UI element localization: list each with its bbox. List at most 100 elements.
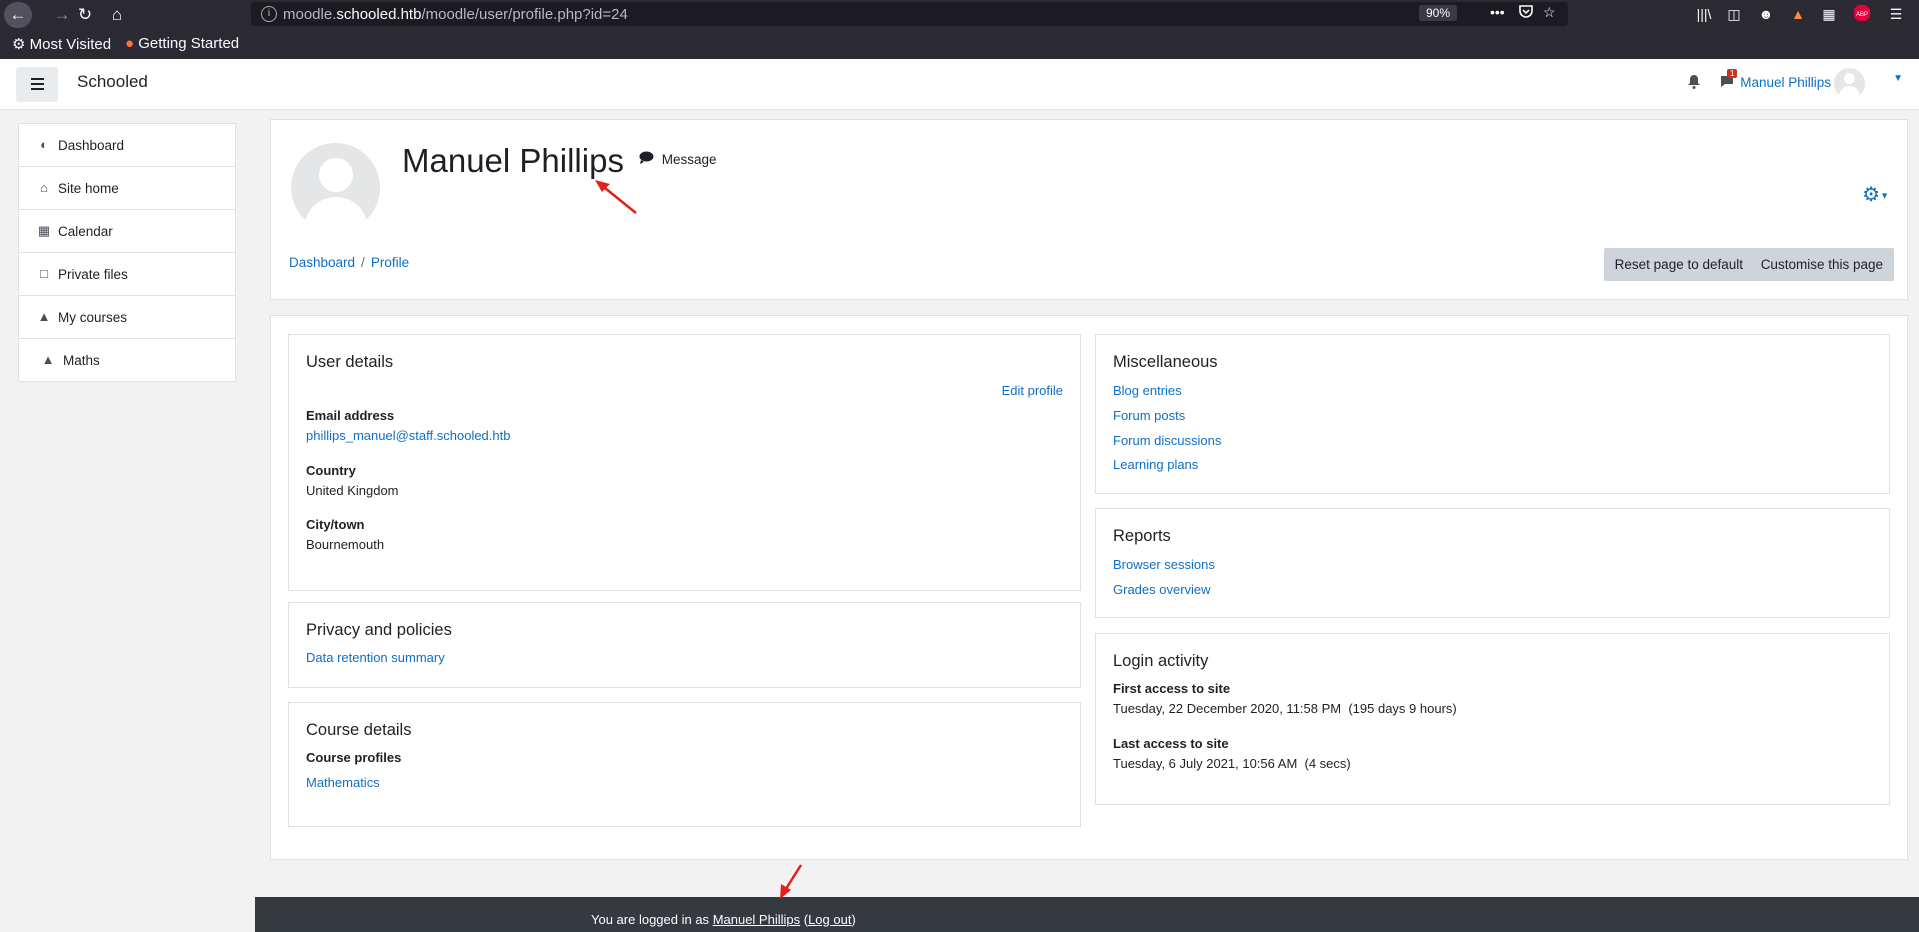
last-access-label: Last access to site (1113, 736, 1229, 751)
miscellaneous-title: Miscellaneous (1113, 353, 1218, 371)
caret-down-icon: ▼ (1880, 190, 1889, 201)
miscellaneous-card: Miscellaneous Blog entries Forum posts F… (1095, 334, 1890, 494)
login-info: You are logged in as Manuel Phillips (Lo… (591, 912, 856, 927)
reload-icon[interactable]: ↻ (71, 2, 99, 28)
account-icon[interactable]: ☻ (1756, 4, 1776, 24)
address-bar[interactable]: i moodle.schooled.htb/moodle/user/profil… (251, 2, 1568, 26)
breadcrumb-profile[interactable]: Profile (371, 255, 409, 270)
logout-link[interactable]: Log out (808, 912, 851, 927)
comment-icon (639, 151, 658, 167)
blog-entries-link[interactable]: Blog entries (1113, 383, 1182, 398)
firefox-icon: ● (125, 35, 135, 52)
sidebar-item-my-courses[interactable]: ▲ My courses (18, 296, 236, 339)
file-icon: □ (40, 266, 48, 281)
grades-overview-link[interactable]: Grades overview (1113, 582, 1211, 597)
learning-plans-link[interactable]: Learning plans (1113, 457, 1198, 472)
reset-page-button[interactable]: Reset page to default (1603, 248, 1754, 281)
app-menu-icon[interactable]: ☰ (1886, 4, 1906, 24)
home-button[interactable]: ⌂ (103, 2, 131, 28)
sidebar-item-maths[interactable]: ▲ Maths (18, 339, 236, 382)
course-details-card: Course details Course profiles Mathemati… (288, 702, 1081, 827)
first-access-value: Tuesday, 22 December 2020, 11:58 PM (195… (1113, 701, 1457, 716)
graduation-cap-icon: ▲ (41, 352, 55, 367)
login-activity-title: Login activity (1113, 652, 1209, 670)
sidebar-item-private-files[interactable]: □ Private files (18, 253, 236, 296)
page-header: Manuel Phillips Message ⚙▼ Dashboard / Pro… (270, 119, 1908, 300)
sidebar-item-label: Private files (58, 267, 128, 282)
data-retention-link[interactable]: Data retention summary (306, 650, 445, 665)
user-details-card: User details Edit profile Email address … (288, 334, 1081, 591)
page-footer: You are logged in as Manuel Phillips (Lo… (255, 897, 1919, 932)
bookmark-getting-started[interactable]: ● Getting Started (125, 35, 239, 52)
url-text[interactable]: moodle.schooled.htb/moodle/user/profile.… (283, 6, 628, 23)
annotation-arrow-icon (595, 180, 637, 214)
gear-icon: ⚙ (12, 36, 26, 53)
main-region: User details Edit profile Email address … (270, 315, 1908, 860)
caret-down-icon[interactable]: ▼ (1893, 73, 1903, 84)
browser-toolbar: ← → ↻ ⌂ i moodle.schooled.htb/moodle/use… (0, 0, 1919, 29)
user-details-title: User details (306, 353, 394, 371)
messages-icon[interactable]: 1 (1719, 69, 1738, 92)
country-label: Country (306, 463, 356, 478)
dashboard-icon: ◐ (40, 137, 48, 152)
adblock-icon[interactable]: ABP (1852, 4, 1872, 24)
breadcrumb-dashboard[interactable]: Dashboard (289, 255, 355, 270)
back-button[interactable]: ← (4, 2, 32, 28)
sidebar-item-calendar[interactable]: ▦ Calendar (18, 210, 236, 253)
login-info-prefix: You are logged in as (591, 912, 710, 927)
forum-discussions-link[interactable]: Forum discussions (1113, 433, 1221, 448)
course-link-mathematics[interactable]: Mathematics (306, 775, 380, 790)
calendar-icon: ▦ (37, 223, 51, 238)
browser-sessions-link[interactable]: Browser sessions (1113, 557, 1215, 572)
course-details-title: Course details (306, 721, 412, 739)
site-brand[interactable]: Schooled (77, 72, 148, 92)
pocket-icon[interactable] (1519, 4, 1533, 21)
breadcrumb-separator: / (361, 255, 365, 270)
sidebar-item-label: Maths (63, 353, 100, 368)
first-access-label: First access to site (1113, 681, 1231, 696)
sidebar-item-label: My courses (58, 310, 128, 325)
extension-fox-icon[interactable]: ▲ (1788, 4, 1808, 24)
breadcrumb: Dashboard / Profile (289, 255, 409, 270)
forum-posts-link[interactable]: Forum posts (1113, 408, 1185, 423)
email-label: Email address (306, 408, 395, 423)
home-icon: ⌂ (40, 180, 48, 195)
navbar-avatar[interactable] (1834, 68, 1865, 99)
course-profiles-label: Course profiles (306, 750, 402, 765)
sidebar-item-site-home[interactable]: ⌂ Site home (18, 167, 236, 210)
country-value: United Kingdom (306, 483, 399, 498)
page-actions-icon[interactable]: ••• (1490, 4, 1505, 20)
city-value: Bournemouth (306, 537, 385, 552)
page-info-icon[interactable]: i (261, 6, 277, 22)
sidebar-toggle-icon[interactable]: ◫ (1724, 4, 1744, 24)
navbar-user-name[interactable]: Manuel Phillips (1740, 75, 1831, 90)
zoom-indicator[interactable]: 90% (1419, 5, 1458, 21)
reports-card: Reports Browser sessions Grades overview (1095, 508, 1890, 618)
drawer-toggle-button[interactable] (16, 67, 58, 102)
profile-avatar (291, 143, 380, 232)
city-label: City/town (306, 517, 365, 532)
privacy-card: Privacy and policies Data retention summ… (288, 602, 1081, 688)
customise-page-button[interactable]: Customise this page (1749, 248, 1894, 281)
qr-extension-icon[interactable]: ▦ (1819, 4, 1839, 24)
bookmark-star-icon[interactable]: ☆ (1543, 4, 1556, 21)
sidebar-item-label: Site home (58, 181, 119, 196)
privacy-title: Privacy and policies (306, 621, 452, 639)
message-button[interactable]: Message (639, 151, 717, 167)
footer-user-link[interactable]: Manuel Phillips (713, 912, 800, 927)
message-button-label: Message (661, 152, 717, 167)
sidebar-item-label: Calendar (58, 224, 113, 239)
email-link[interactable]: phillips_manuel@staff.schooled.htb (306, 428, 510, 443)
edit-profile-link[interactable]: Edit profile (1002, 383, 1063, 398)
sidebar-item-dashboard[interactable]: ◐ Dashboard (18, 123, 236, 167)
site-navbar: Schooled 1 Manuel Phillips ▼ (0, 59, 1919, 110)
bookmarks-bar: ⚙ Most Visited ● Getting Started (0, 29, 1919, 59)
library-icon[interactable]: |||\ (1694, 4, 1714, 24)
bell-icon[interactable] (1687, 74, 1701, 93)
login-activity-card: Login activity First access to site Tues… (1095, 633, 1890, 805)
sidebar-item-label: Dashboard (58, 138, 125, 153)
gear-icon[interactable]: ⚙▼ (1862, 182, 1889, 207)
svg-text:ABP: ABP (1856, 12, 1868, 18)
bookmark-most-visited[interactable]: ⚙ Most Visited (12, 35, 111, 53)
last-access-value: Tuesday, 6 July 2021, 10:56 AM (4 secs) (1113, 756, 1351, 771)
